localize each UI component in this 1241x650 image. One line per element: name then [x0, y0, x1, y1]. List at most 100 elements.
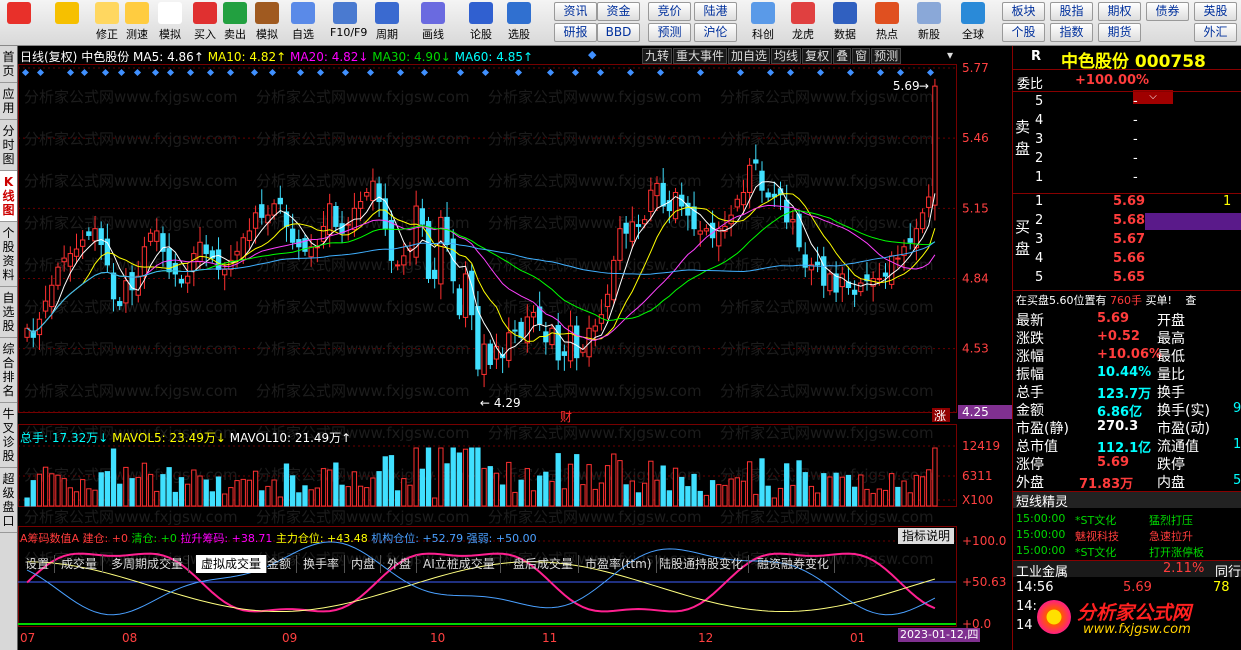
ask-row[interactable]: 1 [1035, 170, 1043, 185]
market-button[interactable]: 板块 [1002, 2, 1045, 21]
indicator-tab[interactable]: 市盈率(ttm) [580, 555, 658, 573]
toolbar-button-5[interactable]: 买入 [190, 2, 220, 44]
toolbar-button-16[interactable]: 数据 [830, 2, 860, 44]
toolbar-button-18[interactable]: 新股 [914, 2, 944, 44]
sidebar-item[interactable]: 牛叉诊股 [0, 403, 17, 468]
candle [561, 351, 568, 356]
sprite-row[interactable]: 15:00:00 [1016, 512, 1065, 525]
toolbar-label: 自选 [292, 28, 314, 41]
sidebar-item[interactable]: 分时图 [0, 120, 17, 171]
toolbar-button-9[interactable]: F10/F9 [330, 2, 367, 44]
toolbar-button-3[interactable]: 测速 [122, 2, 152, 44]
candle [512, 329, 518, 332]
sidebar-item[interactable]: K线图 [0, 171, 17, 222]
chart-toggle-button[interactable]: 均线 [771, 48, 802, 64]
indicator-help-button[interactable]: 指标说明 [898, 528, 955, 544]
bid-row[interactable]: 5 [1035, 270, 1043, 285]
indicator-tab[interactable]: 设置 [20, 555, 56, 573]
sidebar-item[interactable]: 超级盘口 [0, 468, 17, 533]
sprite-title: 短线精灵 [1016, 495, 1069, 510]
indicator-tab[interactable]: 成交量 [56, 555, 104, 573]
toolbar-button-8[interactable]: 自选 [288, 2, 318, 44]
market-button[interactable]: 期货 [1098, 23, 1141, 42]
indicator-tab[interactable]: 陆股通持股变化 [654, 555, 750, 573]
sprite-row[interactable]: 15:00:00 [1016, 544, 1065, 557]
toolbar-button-10[interactable]: 周期 [372, 2, 402, 44]
market-button[interactable]: 指数 [1050, 23, 1093, 42]
sprite-row[interactable]: 15:00:00 [1016, 528, 1065, 541]
industry-row[interactable]: 工业金属 [1016, 561, 1068, 580]
indicator-tab[interactable]: 虚拟成交量 [196, 555, 268, 573]
bid-row[interactable]: 2 [1035, 213, 1043, 228]
chart-toggle-button[interactable]: 窗 [852, 48, 871, 64]
volume-bar [191, 469, 197, 507]
info-btn[interactable]: 买单! [1146, 294, 1172, 307]
toolbar-button-6[interactable]: 卖出 [220, 2, 250, 44]
market-button[interactable]: 股指 [1050, 2, 1093, 21]
toolbar-button-17[interactable]: 热点 [872, 2, 902, 44]
toolbar-button-4[interactable]: 模拟 [155, 2, 185, 44]
chart-toggle-button[interactable]: 重大事件 [673, 48, 728, 64]
toolbar-button-15[interactable]: 龙虎 [788, 2, 818, 44]
volume-bar [320, 468, 327, 507]
indicator-tab[interactable]: 外盘 [382, 555, 418, 573]
indicator-tab[interactable]: AI立桩成交量 [418, 555, 501, 573]
toolbar-button-12[interactable]: 论股 [466, 2, 496, 44]
market-button[interactable]: 英股 [1194, 2, 1237, 21]
bid-row[interactable]: 1 [1035, 194, 1043, 209]
toolbar-label: 修正 [96, 28, 118, 41]
toolbar-button-14[interactable]: 科创 [748, 2, 778, 44]
chart-menu-button[interactable]: ▾ [947, 48, 953, 62]
toolbar-button-11[interactable]: 画线 [418, 2, 448, 44]
industry-tag-cell[interactable]: 同行业 [1215, 561, 1241, 580]
toolbar-button-19[interactable]: 全球 [958, 2, 988, 44]
quick-button[interactable]: 陆港 [694, 2, 737, 21]
signal-diamond [66, 68, 75, 77]
bid-row[interactable]: 4 [1035, 251, 1043, 266]
quick-button[interactable]: 沪伦 [694, 23, 737, 42]
market-button[interactable]: 外汇 [1194, 23, 1237, 42]
indicator-tab[interactable]: 盘后成交量 [508, 555, 580, 573]
volume-bar [42, 466, 49, 507]
sprite-header[interactable]: 短线精灵 [1016, 491, 1068, 510]
ask-row[interactable]: 4 [1035, 113, 1043, 128]
quick-button[interactable]: 资讯 [554, 2, 597, 21]
indicator-tab[interactable]: 多周期成交量 [106, 555, 190, 573]
toolbar-button-13[interactable]: 选股 [504, 2, 534, 44]
quick-button[interactable]: 资金 [597, 2, 640, 21]
quick-button[interactable]: 研报 [554, 23, 597, 42]
indicator-tab[interactable]: 内盘 [346, 555, 382, 573]
market-button[interactable]: 个股 [1002, 23, 1045, 42]
sidebar-item[interactable]: 首页 [0, 46, 17, 83]
indicator-tab[interactable]: 换手率 [298, 555, 346, 573]
indicator-tab[interactable]: 融资融券变化 [752, 555, 836, 573]
ask-row[interactable]: 3 [1035, 132, 1043, 147]
sidebar-item[interactable]: 综合排名 [0, 338, 17, 403]
chevron-down-icon[interactable]: ⌵ [1133, 90, 1173, 104]
chart-toggle-button[interactable]: 叠 [833, 48, 852, 64]
market-button[interactable]: 债券 [1146, 2, 1189, 21]
bid-row[interactable]: 3 [1035, 232, 1043, 247]
quick-button[interactable]: 竞价 [648, 2, 691, 21]
volume-bar [907, 492, 913, 507]
chart-toggle-button[interactable]: 加自选 [728, 48, 771, 64]
quick-button[interactable]: 预测 [648, 23, 691, 42]
chart-toggle-button[interactable]: 预测 [871, 48, 902, 64]
toolbar-button-2[interactable]: 修正 [92, 2, 122, 44]
sidebar-item[interactable]: 个股资料 [0, 222, 17, 287]
info-btn2[interactable]: 查 [1185, 294, 1196, 307]
sidebar-item[interactable]: 应用 [0, 83, 17, 120]
toolbar-button-1[interactable] [52, 2, 82, 44]
market-button[interactable]: 期权 [1098, 2, 1141, 21]
quick-button[interactable]: BBD [597, 23, 640, 42]
ask-row[interactable]: 5 [1035, 94, 1043, 109]
stat-value2-cell: 51 [1233, 473, 1241, 488]
chart-toggle-button[interactable]: 复权 [802, 48, 833, 64]
sidebar-item[interactable]: 自选股 [0, 287, 17, 338]
toolbar-button-0[interactable] [4, 2, 34, 44]
ask-row[interactable]: 2 [1035, 151, 1043, 166]
indicator-tab[interactable]: 金额 [262, 555, 298, 573]
kline-chart[interactable]: 5.77 5.46 5.15 4.84 4.53 4.25 分析家公式网www.fxjgsw… [18, 46, 1012, 650]
chart-toggle-button[interactable]: 九转 [642, 48, 673, 64]
toolbar-button-7[interactable]: 模拟 [252, 2, 282, 44]
